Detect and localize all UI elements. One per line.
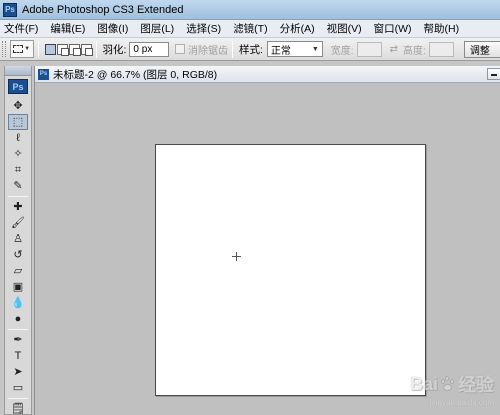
window-title: Adobe Photoshop CS3 Extended <box>22 3 184 16</box>
shape-tool-icon[interactable]: ▭ <box>8 380 28 396</box>
notes-tool-icon[interactable]: 🗒 <box>8 401 28 415</box>
menu-help[interactable]: 帮助(H) <box>418 20 466 38</box>
toolbox-divider <box>8 398 28 399</box>
add-selection-button[interactable] <box>56 43 69 56</box>
crop-tool-icon[interactable]: ⌗ <box>8 162 28 178</box>
width-label: 宽度: <box>330 45 354 57</box>
toolbox-grip[interactable] <box>5 66 31 76</box>
chevron-down-icon: ▼ <box>24 46 31 52</box>
clone-stamp-tool-icon[interactable]: ♙ <box>8 231 28 247</box>
pen-tool-icon[interactable]: ✒ <box>8 332 28 348</box>
divider <box>37 40 39 58</box>
tool-preset-picker[interactable]: ▼ <box>9 40 34 58</box>
chevron-down-icon: ▼ <box>311 45 319 53</box>
rect-marquee-tool-icon[interactable]: ⬚ <box>8 114 28 130</box>
eraser-tool-icon[interactable]: ▱ <box>8 263 28 279</box>
eyedropper-tool-icon[interactable]: ✎ <box>8 178 28 194</box>
height-label: 高度: <box>403 45 426 57</box>
brush-tool-icon[interactable]: 🖌 <box>8 215 28 231</box>
feather-input[interactable]: 0 px <box>129 41 169 57</box>
photoshop-logo[interactable]: Ps <box>8 79 28 94</box>
watermark-logo: Bai 经验 <box>410 371 494 397</box>
intersect-selection-button[interactable] <box>80 43 93 56</box>
style-label: 样式: <box>239 43 263 56</box>
width-input <box>356 41 382 57</box>
rect-marquee-icon <box>13 45 24 53</box>
style-select-value: 正常 <box>270 45 291 57</box>
magic-wand-tool-icon[interactable]: ✧ <box>8 146 28 162</box>
gradient-tool-icon[interactable]: ▣ <box>8 279 28 295</box>
canvas-pasteboard <box>35 83 500 415</box>
type-tool-icon[interactable]: T <box>8 348 28 364</box>
lasso-tool-icon[interactable]: ℓ <box>8 130 28 146</box>
watermark-logo-left: Bai <box>409 373 438 394</box>
menu-window[interactable]: 窗口(W) <box>368 20 418 38</box>
divider <box>232 40 233 58</box>
photoshop-window: Ps Adobe Photoshop CS3 Extended 文件(F) 编辑… <box>0 0 500 415</box>
menu-filter[interactable]: 滤镜(T) <box>227 20 273 38</box>
swap-dimensions-icon: ⇄ <box>389 43 399 55</box>
menu-bar: 文件(F) 编辑(E) 图像(I) 图层(L) 选择(S) 滤镜(T) 分析(A… <box>0 20 500 38</box>
healing-brush-tool-icon[interactable]: ✚ <box>8 199 28 215</box>
menu-view[interactable]: 视图(V) <box>321 20 368 38</box>
menu-select[interactable]: 选择(S) <box>180 20 227 38</box>
path-selection-tool-icon[interactable]: ➤ <box>8 364 28 380</box>
blur-tool-icon[interactable]: 💧 <box>8 295 28 311</box>
photoshop-app-icon[interactable]: Ps <box>3 2 17 17</box>
antialias-checkbox-box <box>175 44 185 54</box>
subtract-selection-button[interactable] <box>68 43 81 56</box>
paw-icon <box>440 376 456 392</box>
baidu-jingyan-watermark: Bai 经验 jingyan.baidu.com <box>410 371 494 408</box>
menu-image[interactable]: 图像(I) <box>91 20 134 38</box>
menu-analysis[interactable]: 分析(A) <box>274 20 321 38</box>
toolbox-divider <box>8 329 28 330</box>
watermark-logo-right: 经验 <box>458 375 494 395</box>
crosshair-cursor-icon <box>232 252 241 261</box>
divider <box>95 40 97 58</box>
title-bar: Ps Adobe Photoshop CS3 Extended <box>0 0 500 20</box>
options-bar: ▼ 羽化: 0 px 消除锯齿 样式: 正常 ▼ 宽度: ⇄ 高度: 调整 <box>0 38 500 61</box>
selection-mode-group <box>44 43 93 56</box>
toolbox-divider <box>8 196 28 197</box>
height-input <box>428 41 454 57</box>
document-title-bar[interactable]: Ps 未标题-2 @ 66.7% (图层 0, RGB/8) <box>35 66 500 83</box>
toolbox: Ps ✥ ⬚ ℓ ✧ ⌗ ✎ ✚ 🖌 ♙ ↺ ▱ ▣ 💧 ● ✒ T ➤ ▭ 🗒… <box>4 66 32 415</box>
dodge-tool-icon[interactable]: ● <box>8 311 28 327</box>
document-canvas[interactable] <box>155 144 426 396</box>
menu-edit[interactable]: 编辑(E) <box>44 20 91 38</box>
options-bar-grip[interactable] <box>2 41 6 57</box>
antialias-label: 消除锯齿 <box>188 45 228 57</box>
menu-layer[interactable]: 图层(L) <box>134 20 180 38</box>
feather-label: 羽化: <box>102 43 127 56</box>
history-brush-tool-icon[interactable]: ↺ <box>8 247 28 263</box>
move-tool-icon[interactable]: ✥ <box>8 98 28 114</box>
document-ps-icon: Ps <box>38 68 49 80</box>
document-window: Ps 未标题-2 @ 66.7% (图层 0, RGB/8) <box>34 66 500 415</box>
menu-file[interactable]: 文件(F) <box>0 20 44 38</box>
antialias-checkbox: 消除锯齿 <box>175 42 228 57</box>
style-select[interactable]: 正常 ▼ <box>266 41 323 57</box>
document-title: 未标题-2 @ 66.7% (图层 0, RGB/8) <box>53 68 218 81</box>
new-selection-button[interactable] <box>44 43 56 55</box>
document-minimize-button[interactable] <box>487 68 500 80</box>
watermark-url: jingyan.baidu.com <box>429 398 494 407</box>
refine-edge-button[interactable]: 调整 <box>463 40 500 58</box>
